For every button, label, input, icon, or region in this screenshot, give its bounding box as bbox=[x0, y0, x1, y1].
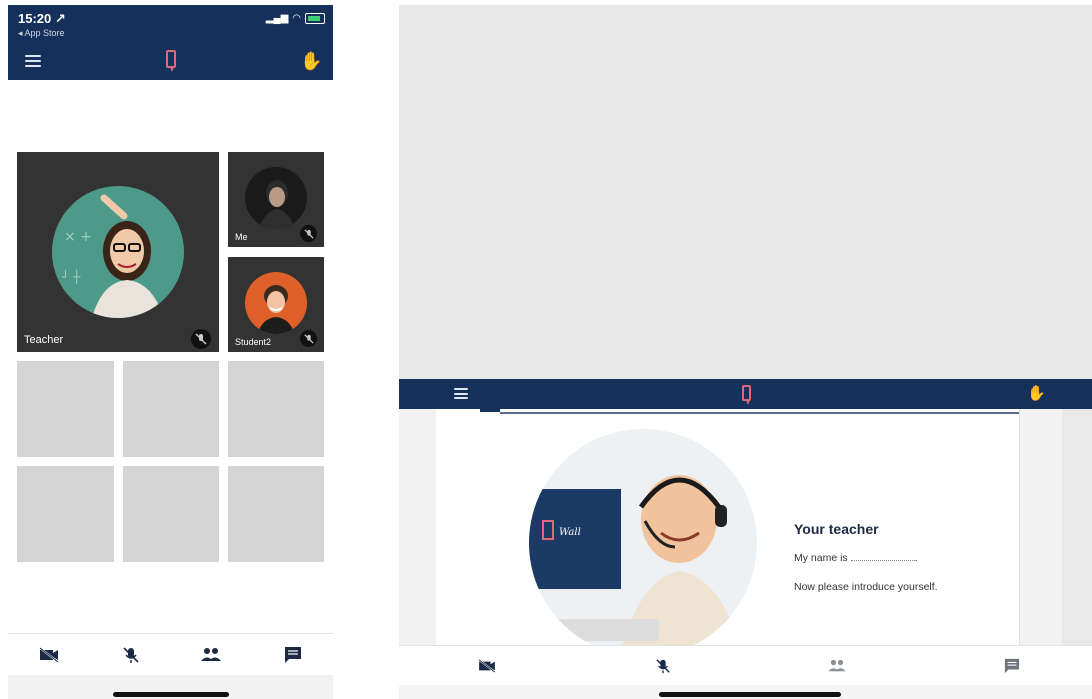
phone-screen: 15:20 ↗ ◂ App Store ▂▄▆ ◠ ✋ × + ┘ ┼ Teac… bbox=[8, 5, 333, 699]
svg-text:× +: × + bbox=[64, 229, 92, 245]
svg-text:┘ ┼: ┘ ┼ bbox=[61, 269, 81, 284]
camera-off-icon[interactable] bbox=[474, 656, 500, 676]
empty-video-slot bbox=[123, 361, 219, 457]
chat-icon[interactable] bbox=[999, 656, 1025, 676]
empty-video-slot bbox=[17, 466, 114, 562]
slide-tab-indicator bbox=[480, 409, 500, 412]
participant-name: Me bbox=[235, 232, 248, 242]
mic-off-icon[interactable] bbox=[118, 644, 144, 666]
raise-hand-icon[interactable]: ✋ bbox=[1027, 385, 1046, 403]
slide-top-rule bbox=[500, 412, 1019, 414]
raise-hand-icon[interactable]: ✋ bbox=[300, 52, 322, 70]
logo-icon bbox=[742, 385, 751, 401]
status-time: 15:20 ↗ bbox=[18, 11, 66, 26]
status-back-app-store[interactable]: ◂ App Store bbox=[18, 28, 65, 39]
signal-icon: ▂▄▆ bbox=[265, 13, 289, 24]
empty-video-slot bbox=[228, 361, 324, 457]
slide-line-name-end: . bbox=[914, 552, 918, 564]
empty-video-slot bbox=[228, 466, 324, 562]
chat-icon[interactable] bbox=[280, 644, 306, 666]
lesson-slide: Wall Your teacher My name is . Now pleas… bbox=[436, 409, 1020, 657]
logo-script-icon: Wall bbox=[559, 527, 581, 538]
home-indicator[interactable] bbox=[659, 692, 841, 697]
battery-icon bbox=[305, 13, 325, 24]
menu-icon[interactable] bbox=[25, 55, 41, 67]
tablet-bottom-toolbar bbox=[399, 645, 1092, 686]
logo-icon bbox=[166, 50, 176, 68]
teacher-avatar: × + ┘ ┼ bbox=[52, 186, 184, 318]
slide-side-panel bbox=[1062, 409, 1092, 645]
participant-name: Teacher bbox=[24, 334, 64, 346]
empty-video-slot bbox=[17, 361, 114, 457]
student2-avatar bbox=[245, 272, 307, 334]
phone-header: 15:20 ↗ ◂ App Store ▂▄▆ ◠ ✋ bbox=[8, 5, 333, 80]
phone-bottom-toolbar bbox=[8, 633, 333, 676]
menu-icon[interactable] bbox=[454, 388, 468, 399]
name-blank bbox=[850, 560, 915, 561]
mic-off-icon bbox=[191, 329, 211, 349]
mic-off-icon[interactable] bbox=[650, 656, 676, 676]
teacher-video-tile[interactable]: × + ┘ ┼ Teacher bbox=[17, 152, 219, 352]
empty-video-slot bbox=[123, 466, 219, 562]
mic-off-icon bbox=[300, 225, 317, 242]
tablet-header: ✋ bbox=[399, 379, 1092, 409]
status-icons: ▂▄▆ ◠ bbox=[266, 13, 325, 24]
participants-icon[interactable] bbox=[198, 644, 224, 666]
slide-line-introduce: Now please introduce yourself. bbox=[794, 581, 938, 593]
student2-video-tile[interactable]: Student2 bbox=[228, 257, 324, 352]
slide-line-name: My name is . bbox=[794, 552, 918, 564]
video-area bbox=[399, 5, 1092, 379]
slide-line-name-text: My name is bbox=[794, 552, 848, 564]
participant-name: Student2 bbox=[235, 337, 272, 347]
teacher-slide-photo: Wall bbox=[529, 429, 757, 657]
wifi-icon: ◠ bbox=[292, 13, 301, 24]
mic-off-icon bbox=[300, 330, 317, 347]
camera-off-icon[interactable] bbox=[36, 644, 62, 666]
me-avatar bbox=[245, 167, 307, 229]
tablet-screen: ✋ Wall Your teacher My name is . Now ple… bbox=[399, 5, 1092, 699]
slide-title: Your teacher bbox=[794, 521, 879, 537]
home-indicator[interactable] bbox=[113, 692, 229, 697]
participants-icon[interactable] bbox=[824, 656, 850, 676]
slide-area: Wall Your teacher My name is . Now pleas… bbox=[399, 409, 1092, 657]
me-video-tile[interactable]: Me bbox=[228, 152, 324, 247]
